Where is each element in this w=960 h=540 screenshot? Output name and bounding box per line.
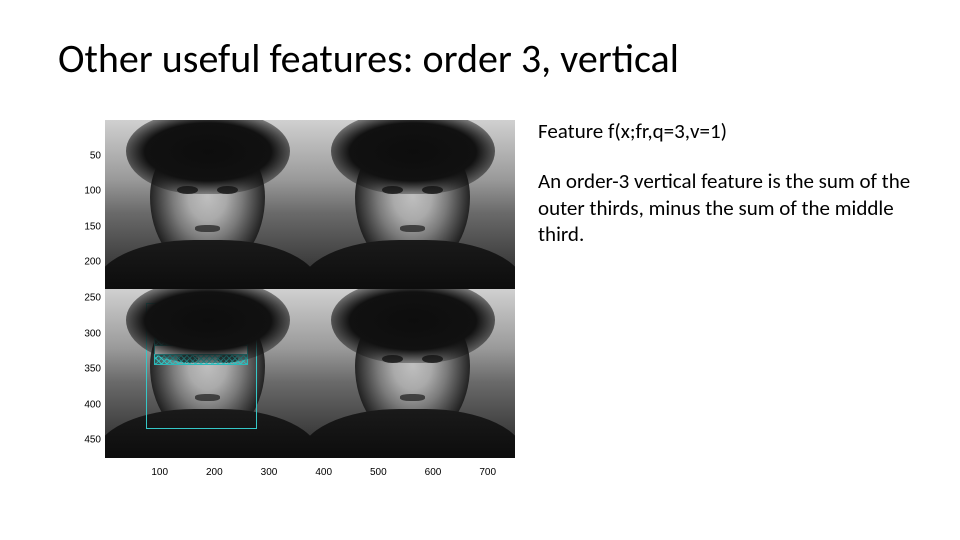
- haar-feature-overlay: [154, 335, 248, 365]
- xtick: 600: [425, 467, 442, 478]
- ytick: 250: [77, 292, 101, 303]
- text-column: Feature f(x;fr,q=3,v=1) An order-3 verti…: [538, 118, 920, 248]
- xtick: 300: [261, 467, 278, 478]
- ytick: 300: [77, 328, 101, 339]
- ytick: 150: [77, 221, 101, 232]
- xtick: 400: [315, 467, 332, 478]
- face-panel-1: [105, 120, 310, 289]
- haar-top-band: [155, 336, 247, 345]
- xtick: 700: [479, 467, 496, 478]
- slide-title: Other useful features: order 3, vertical: [58, 34, 679, 83]
- face-panel-4: [310, 289, 515, 458]
- ytick: 100: [77, 186, 101, 197]
- figure-container: 50 100 150 200 250 300 350 400 450 100 2…: [67, 120, 515, 482]
- ytick: 350: [77, 364, 101, 375]
- face-panel-2: [310, 120, 515, 289]
- plot-area: [105, 120, 515, 458]
- xtick: 500: [370, 467, 387, 478]
- detection-rect: [146, 303, 257, 430]
- haar-bottom-band: [155, 355, 247, 364]
- face-panel-3: [105, 289, 310, 458]
- xtick: 100: [151, 467, 168, 478]
- xtick: 200: [206, 467, 223, 478]
- ytick: 200: [77, 257, 101, 268]
- image-grid: [105, 120, 515, 458]
- ytick: 450: [77, 435, 101, 446]
- feature-description: An order-3 vertical feature is the sum o…: [538, 168, 920, 247]
- feature-label: Feature f(x;fr,q=3,v=1): [538, 118, 920, 144]
- haar-middle-band: [155, 345, 247, 354]
- ytick: 50: [77, 150, 101, 161]
- ytick: 400: [77, 399, 101, 410]
